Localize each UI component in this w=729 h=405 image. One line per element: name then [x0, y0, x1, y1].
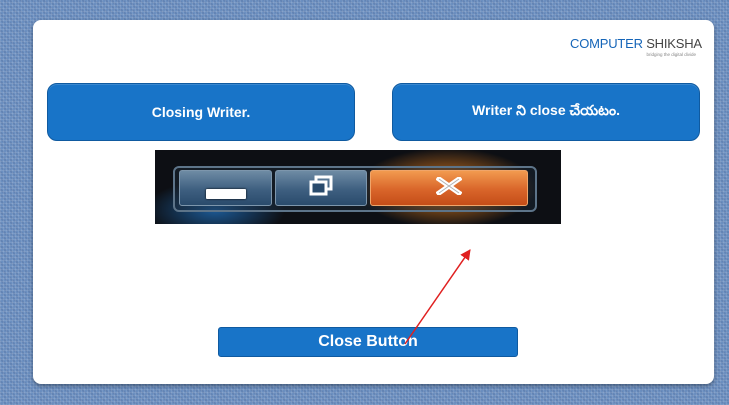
telugu-heading-text: Writer ని close చేయటం. [472, 102, 620, 118]
logo-text: COMPUTER SHIKSHA [570, 36, 702, 51]
restore-button[interactable] [275, 170, 367, 206]
close-button[interactable] [370, 170, 528, 206]
minimize-button[interactable] [179, 170, 272, 206]
close-icon [435, 175, 463, 199]
window-controls-image [155, 150, 561, 224]
close-button-label: Close Button [218, 327, 518, 357]
computer-shiksha-logo: COMPUTER SHIKSHA bridging the digital di… [570, 36, 702, 62]
logo-text-computer: COMPUTER [570, 36, 643, 51]
minimize-icon [205, 177, 246, 199]
logo-text-shiksha: SHIKSHA [642, 36, 702, 51]
close-button-label-text: Close Button [318, 333, 418, 350]
logo-tagline: bridging the digital divide [646, 52, 696, 57]
english-heading-text: Closing Writer. [151, 104, 251, 120]
restore-icon [308, 175, 334, 201]
telugu-heading-box: Writer ని close చేయటం. [392, 83, 700, 141]
english-heading-box: Closing Writer. [47, 83, 355, 141]
